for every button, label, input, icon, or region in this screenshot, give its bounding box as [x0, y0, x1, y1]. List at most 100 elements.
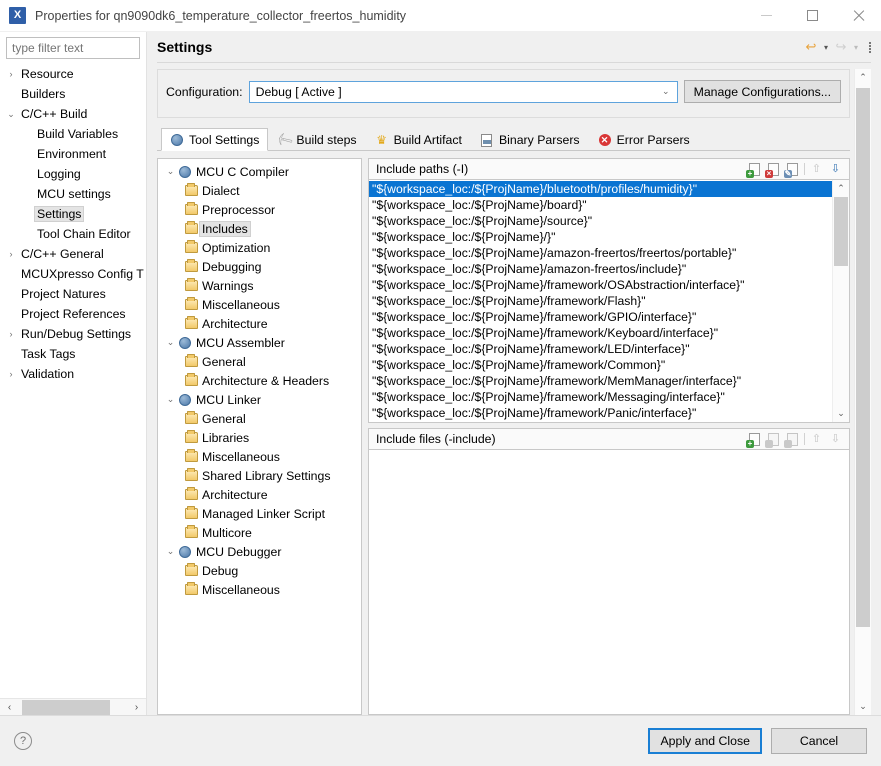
tool-tree-item-architecture-headers[interactable]: Architecture & Headers [158, 371, 361, 390]
tool-tree-item-managed-linker-script[interactable]: Managed Linker Script [158, 504, 361, 523]
apply-and-close-button[interactable]: Apply and Close [648, 728, 762, 754]
sidebar-item-logging[interactable]: Logging [0, 164, 146, 184]
sidebar-item-tool-chain-editor[interactable]: Tool Chain Editor [0, 224, 146, 244]
tool-tree-item-warnings[interactable]: Warnings [158, 276, 361, 295]
include-path-row[interactable]: "${workspace_loc:/${ProjName}/source}" [369, 213, 832, 229]
sidebar-item-resource[interactable]: ›Resource [0, 64, 146, 84]
tool-tree-item-general[interactable]: General [158, 409, 361, 428]
sidebar-item-run-debug-settings[interactable]: ›Run/Debug Settings [0, 324, 146, 344]
move-up-icon[interactable]: ⇧ [809, 162, 824, 177]
tab-build-artifact[interactable]: ♛Build Artifact [366, 128, 471, 151]
include-path-row[interactable]: "${workspace_loc:/${ProjName}/framework/… [369, 293, 832, 309]
chevron-down-icon[interactable]: ⌄ [164, 337, 177, 348]
close-button[interactable] [835, 0, 881, 32]
minimize-button[interactable] [743, 0, 789, 32]
sidebar-item-project-natures[interactable]: Project Natures [0, 284, 146, 304]
filter-input[interactable] [6, 37, 140, 59]
include-path-row[interactable]: "${workspace_loc:/${ProjName}/amazon-fre… [369, 261, 832, 277]
chevron-right-icon[interactable]: › [4, 369, 18, 379]
page-scroll-up-icon[interactable]: ⌃ [855, 69, 871, 86]
include-path-row[interactable]: "${workspace_loc:/${ProjName}/framework/… [369, 389, 832, 405]
sidebar-item-validation[interactable]: ›Validation [0, 364, 146, 384]
sidebar-horizontal-scrollbar[interactable]: ‹ › [0, 698, 146, 715]
include-path-row[interactable]: "${workspace_loc:/${ProjName}/framework/… [369, 357, 832, 373]
tool-tree-item-mcu-c-compiler[interactable]: ⌄MCU C Compiler [158, 162, 361, 181]
tool-tree-item-mcu-assembler[interactable]: ⌄MCU Assembler [158, 333, 361, 352]
chevron-down-icon[interactable]: ⌄ [164, 546, 177, 557]
include-path-row[interactable]: "${workspace_loc:/${ProjName}/framework/… [369, 405, 832, 421]
tool-tree-item-architecture[interactable]: Architecture [158, 485, 361, 504]
forward-dropdown-icon[interactable]: ▾ [851, 43, 861, 52]
tool-tree-item-general[interactable]: General [158, 352, 361, 371]
tool-tree-item-shared-library-settings[interactable]: Shared Library Settings [158, 466, 361, 485]
add-icon[interactable]: + [747, 162, 762, 177]
scroll-down-icon[interactable]: ⌄ [833, 405, 849, 422]
chevron-down-icon[interactable]: ⌄ [4, 109, 18, 120]
chevron-right-icon[interactable]: › [4, 249, 18, 259]
scroll-track[interactable] [833, 197, 849, 405]
include-paths-items[interactable]: "${workspace_loc:/${ProjName}/bluetooth/… [369, 180, 832, 422]
tab-tool-settings[interactable]: Tool Settings [161, 128, 268, 151]
sidebar-item-settings[interactable]: Settings [0, 204, 146, 224]
edit-icon[interactable]: ✎ [785, 162, 800, 177]
sidebar-item-builders[interactable]: Builders [0, 84, 146, 104]
tab-build-steps[interactable]: ⛏Build steps [268, 128, 365, 151]
configuration-select[interactable]: Debug [ Active ] ⌄ [249, 81, 678, 103]
manage-configurations-button[interactable]: Manage Configurations... [684, 80, 841, 103]
tab-binary-parsers[interactable]: Binary Parsers [471, 128, 589, 151]
delete-icon[interactable]: × [766, 162, 781, 177]
tool-tree-item-includes[interactable]: Includes [158, 219, 361, 238]
chevron-down-icon[interactable]: ⌄ [164, 166, 177, 177]
tool-tree-item-miscellaneous[interactable]: Miscellaneous [158, 295, 361, 314]
chevron-right-icon[interactable]: › [4, 69, 18, 79]
sidebar-item-mcu-settings[interactable]: MCU settings [0, 184, 146, 204]
include-path-row[interactable]: "${workspace_loc:/${ProjName}/bluetooth/… [369, 181, 832, 197]
scroll-thumb[interactable] [834, 197, 848, 266]
include-path-row[interactable]: "${workspace_loc:/${ProjName}/framework/… [369, 341, 832, 357]
tool-tree-item-libraries[interactable]: Libraries [158, 428, 361, 447]
sidebar-item-project-references[interactable]: Project References [0, 304, 146, 324]
tool-tree-item-architecture[interactable]: Architecture [158, 314, 361, 333]
sidebar-item-c-c-general[interactable]: ›C/C++ General [0, 244, 146, 264]
maximize-button[interactable] [789, 0, 835, 32]
hscroll-track[interactable] [18, 700, 128, 715]
page-scrollbar[interactable]: ⌃ ⌄ [854, 69, 871, 715]
include-files-listbox[interactable] [368, 449, 850, 715]
chevron-down-icon[interactable]: ⌄ [164, 394, 177, 405]
tool-tree-item-dialect[interactable]: Dialect [158, 181, 361, 200]
include-paths-listbox[interactable]: "${workspace_loc:/${ProjName}/bluetooth/… [368, 179, 850, 423]
sidebar-item-build-variables[interactable]: Build Variables [0, 124, 146, 144]
sidebar-item-mcuxpresso-config-t[interactable]: MCUXpresso Config T [0, 264, 146, 284]
tab-error-parsers[interactable]: ✕Error Parsers [589, 128, 699, 151]
include-path-row[interactable]: "${workspace_loc:/${ProjName}/framework/… [369, 325, 832, 341]
scroll-left-icon[interactable]: ‹ [1, 700, 18, 715]
cancel-button[interactable]: Cancel [771, 728, 867, 754]
sidebar-item-environment[interactable]: Environment [0, 144, 146, 164]
tool-tree-item-multicore[interactable]: Multicore [158, 523, 361, 542]
chevron-right-icon[interactable]: › [4, 329, 18, 339]
include-path-row[interactable]: "${workspace_loc:/${ProjName}/framework/… [369, 277, 832, 293]
tool-tree-item-mcu-linker[interactable]: ⌄MCU Linker [158, 390, 361, 409]
scroll-up-icon[interactable]: ⌃ [833, 180, 849, 197]
sidebar-item-task-tags[interactable]: Task Tags [0, 344, 146, 364]
sidebar-item-c-c-build[interactable]: ⌄C/C++ Build [0, 104, 146, 124]
tool-tree-item-debugging[interactable]: Debugging [158, 257, 361, 276]
page-scroll-track[interactable] [855, 86, 871, 698]
tool-tree-item-miscellaneous[interactable]: Miscellaneous [158, 447, 361, 466]
page-scroll-thumb[interactable] [856, 88, 870, 627]
include-path-row[interactable]: "${workspace_loc:/${ProjName}/board}" [369, 197, 832, 213]
include-path-row[interactable]: "${workspace_loc:/${ProjName}/framework/… [369, 309, 832, 325]
back-dropdown-icon[interactable]: ▾ [821, 43, 831, 52]
page-scroll-down-icon[interactable]: ⌄ [855, 698, 871, 715]
help-icon[interactable]: ? [14, 732, 32, 750]
tool-tree-item-preprocessor[interactable]: Preprocessor [158, 200, 361, 219]
move-down-icon[interactable]: ⇩ [828, 162, 843, 177]
scroll-right-icon[interactable]: › [128, 700, 145, 715]
include-path-row[interactable]: "${workspace_loc:/${ProjName}/amazon-fre… [369, 245, 832, 261]
back-arrow-icon[interactable]: ↩ [803, 39, 819, 55]
include-files-items[interactable] [369, 450, 849, 714]
tool-tree-item-optimization[interactable]: Optimization [158, 238, 361, 257]
tool-tree-item-miscellaneous[interactable]: Miscellaneous [158, 580, 361, 599]
tool-tree-item-mcu-debugger[interactable]: ⌄MCU Debugger [158, 542, 361, 561]
add-icon[interactable]: + [747, 432, 762, 447]
